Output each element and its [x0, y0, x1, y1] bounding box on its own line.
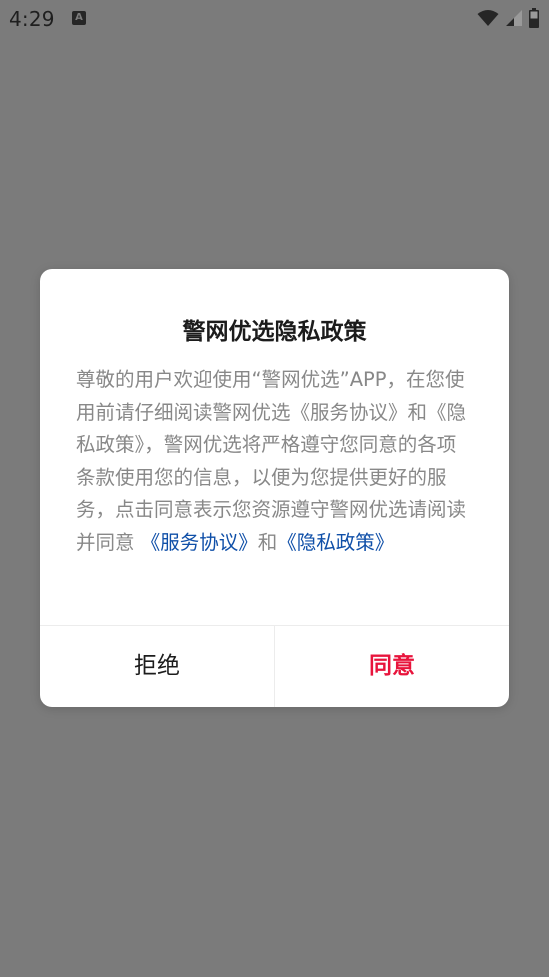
signal-icon: [506, 10, 522, 26]
accept-button[interactable]: 同意: [275, 626, 509, 707]
dialog-title: 警网优选隐私政策: [182, 319, 367, 345]
link-connector-text: 和: [257, 530, 278, 554]
status-bar: 4:29 A: [0, 0, 549, 38]
privacy-policy-link[interactable]: 《隐私政策》: [277, 531, 394, 554]
status-time: 4:29: [9, 7, 55, 31]
notification-a-icon: A: [72, 11, 86, 25]
dialog-body: 尊敬的用户欢迎使用“警网优选”APP，在您使用前请仔细阅读警网优选《服务协议》和…: [76, 364, 469, 559]
dialog-body-text: 尊敬的用户欢迎使用“警网优选”APP，在您使用前请仔细阅读警网优选《服务协议》和…: [76, 368, 467, 554]
wifi-icon: [477, 10, 499, 26]
service-agreement-link[interactable]: 《服务协议》: [141, 531, 258, 554]
reject-button[interactable]: 拒绝: [40, 626, 274, 707]
status-icons: [477, 8, 539, 28]
privacy-dialog: 警网优选隐私政策 尊敬的用户欢迎使用“警网优选”APP，在您使用前请仔细阅读警网…: [40, 269, 509, 707]
battery-icon: [529, 8, 539, 28]
